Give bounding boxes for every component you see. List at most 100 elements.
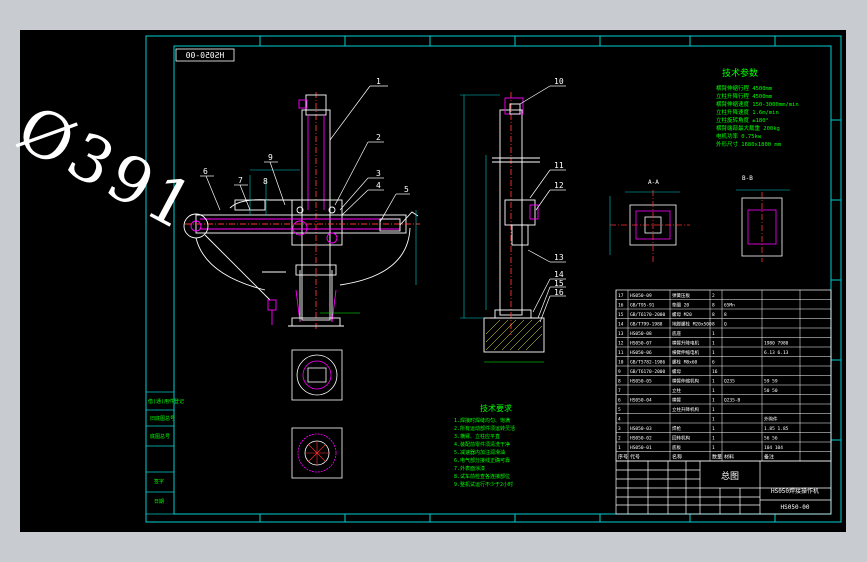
bom-cell: 56 56 — [764, 436, 778, 442]
bom-cell: 螺母 M20 — [672, 311, 692, 318]
bom-cell: 17 — [618, 293, 624, 299]
cad-drawing-canvas[interactable]: HS050-00 1 2 3 4 5 6 7 8 9 10 11 12 13 1… — [0, 0, 867, 562]
bom-cell: 1980 7980 — [764, 341, 789, 347]
tech-req-4: 5.减速器内加注润滑油 — [454, 449, 505, 456]
bom-cell: HS050-09 — [630, 293, 652, 299]
callout-13: 13 — [554, 253, 564, 262]
callout-7: 7 — [238, 176, 243, 185]
bom-cell: GB/T6170-2000 — [630, 369, 666, 375]
tech-param-5: 横臂端部最大载重 200kg — [716, 124, 780, 132]
bom-cell: Q — [724, 322, 727, 328]
cad-app-window: HS050-00 1 2 3 4 5 6 7 8 9 10 11 12 13 1… — [0, 0, 867, 562]
bom-cell: 横臂 — [672, 397, 681, 404]
callout-8: 8 — [263, 177, 268, 186]
tech-req-0: 1.焊接时焊缝均匀、饱满 — [454, 417, 510, 424]
bom-cell: 1 — [712, 341, 715, 347]
bom-header-cell: 材料 — [724, 454, 734, 461]
callout-14: 14 — [554, 270, 564, 279]
section-a-label: A-A — [648, 179, 659, 186]
bom-cell: 8 — [724, 312, 727, 318]
bom-cell: 65Mn — [724, 303, 735, 309]
bom-cell: 9 — [618, 369, 621, 375]
bom-cell: 地脚螺栓 M20x500 — [672, 321, 712, 328]
bom-cell: HS050-07 — [630, 341, 652, 347]
tech-params-title: 技术参数 — [722, 67, 758, 79]
side-label-2: 底图总号 — [150, 433, 170, 440]
bom-cell: 立柱升降机构 — [672, 406, 699, 413]
tech-req-8: 9.整机试运行不少于2小时 — [454, 481, 513, 488]
callout-9: 9 — [268, 153, 273, 162]
tech-req-1: 2.所有运动部件须运转灵活 — [454, 425, 515, 432]
tech-req-2: 3.横臂、立柱应平直 — [454, 433, 500, 440]
bom-cell: HS050-08 — [630, 331, 652, 337]
stamp-text: HS050-00 — [186, 51, 225, 60]
bom-header-cell: 名称 — [672, 454, 682, 461]
bom-cell: 1.85 1.85 — [764, 426, 789, 432]
bom-header-cell: 数量 — [712, 454, 722, 461]
callout-1: 1 — [376, 77, 381, 86]
bom-cell: HS050-06 — [630, 350, 652, 356]
tech-req-5: 6.电气部分接线正确可靠 — [454, 457, 510, 464]
bom-cell: 焊枪 — [672, 425, 681, 432]
bom-cell: 螺母 — [672, 368, 681, 375]
bom-header-cell: 代号 — [630, 454, 640, 461]
bom-cell: 立柱 — [672, 387, 681, 394]
bom-cell: 6 — [618, 398, 621, 404]
bom-cell: 1 — [712, 417, 715, 423]
bom-cell: 垫圈 20 — [672, 302, 689, 309]
callout-15: 15 — [554, 279, 564, 288]
bom-cell: 1 — [712, 407, 715, 413]
bom-cell: 14 — [618, 322, 624, 328]
bom-cell: GB/T95-91 — [630, 303, 655, 309]
bom-cell: 4 — [618, 417, 621, 423]
bom-cell: Q235-B — [724, 398, 741, 404]
bom-cell: 6.13 6.13 — [764, 350, 789, 356]
bom-cell: HS050-01 — [630, 445, 652, 451]
callout-11: 11 — [554, 161, 564, 170]
bom-cell: 8 — [712, 303, 715, 309]
callout-2: 2 — [376, 133, 381, 142]
bom-cell: 1 — [712, 398, 715, 404]
bom-cell: 104 104 — [764, 445, 783, 451]
bom-cell: HS050-03 — [630, 426, 652, 432]
bom-cell: 弹簧压板 — [672, 292, 690, 299]
bom-cell: 外购件 — [764, 416, 778, 423]
tech-param-4: 立柱旋转角度 ±180° — [716, 116, 769, 124]
bom-cell: 1 — [712, 388, 715, 394]
bom-cell: 回转机构 — [672, 435, 690, 442]
bom-cell: 15 — [618, 312, 624, 318]
bom-cell: 8 — [618, 379, 621, 385]
callout-10: 10 — [554, 77, 564, 86]
bom-cell: 3 — [618, 426, 621, 432]
side-label-3: 签字 — [154, 478, 164, 485]
bom-cell: 1 — [712, 436, 715, 442]
bom-cell: 10 — [618, 360, 624, 366]
bom-cell: 16 — [712, 369, 718, 375]
bom-cell: 6 — [712, 360, 715, 366]
tech-req-title: 技术要求 — [480, 403, 512, 413]
side-label-1: 旧底图总号 — [150, 415, 175, 422]
bom-cell: GB/T6170-2000 — [630, 312, 666, 318]
bom-cell: 1 — [618, 445, 621, 451]
bom-cell: 1 — [712, 350, 715, 356]
bom-cell: 59 59 — [764, 379, 778, 385]
bom-cell: 螺栓 M8x60 — [672, 359, 698, 366]
callout-5: 5 — [404, 185, 409, 194]
bom-cell: 2 — [712, 293, 715, 299]
bom-cell: 横臂伸缩机构 — [672, 378, 699, 385]
callout-3: 3 — [376, 169, 381, 178]
bom-cell: 2 — [618, 436, 621, 442]
title-block-name: 总图 — [721, 470, 739, 482]
bom-cell: GB/T799-1988 — [630, 322, 663, 328]
callout-16: 16 — [554, 288, 564, 297]
section-b-label: B-B — [742, 175, 753, 182]
callout-6: 6 — [203, 167, 208, 176]
bom-cell: 1 — [712, 445, 715, 451]
bom-header-cell: 备注 — [764, 454, 774, 461]
bom-cell: 8 — [712, 322, 715, 328]
bom-cell: 11 — [618, 350, 624, 356]
bom-cell: Q235 — [724, 379, 735, 385]
bom-cell: 50 50 — [764, 388, 778, 394]
bom-cell: 13 — [618, 331, 624, 337]
bom-cell: HS050-02 — [630, 436, 652, 442]
